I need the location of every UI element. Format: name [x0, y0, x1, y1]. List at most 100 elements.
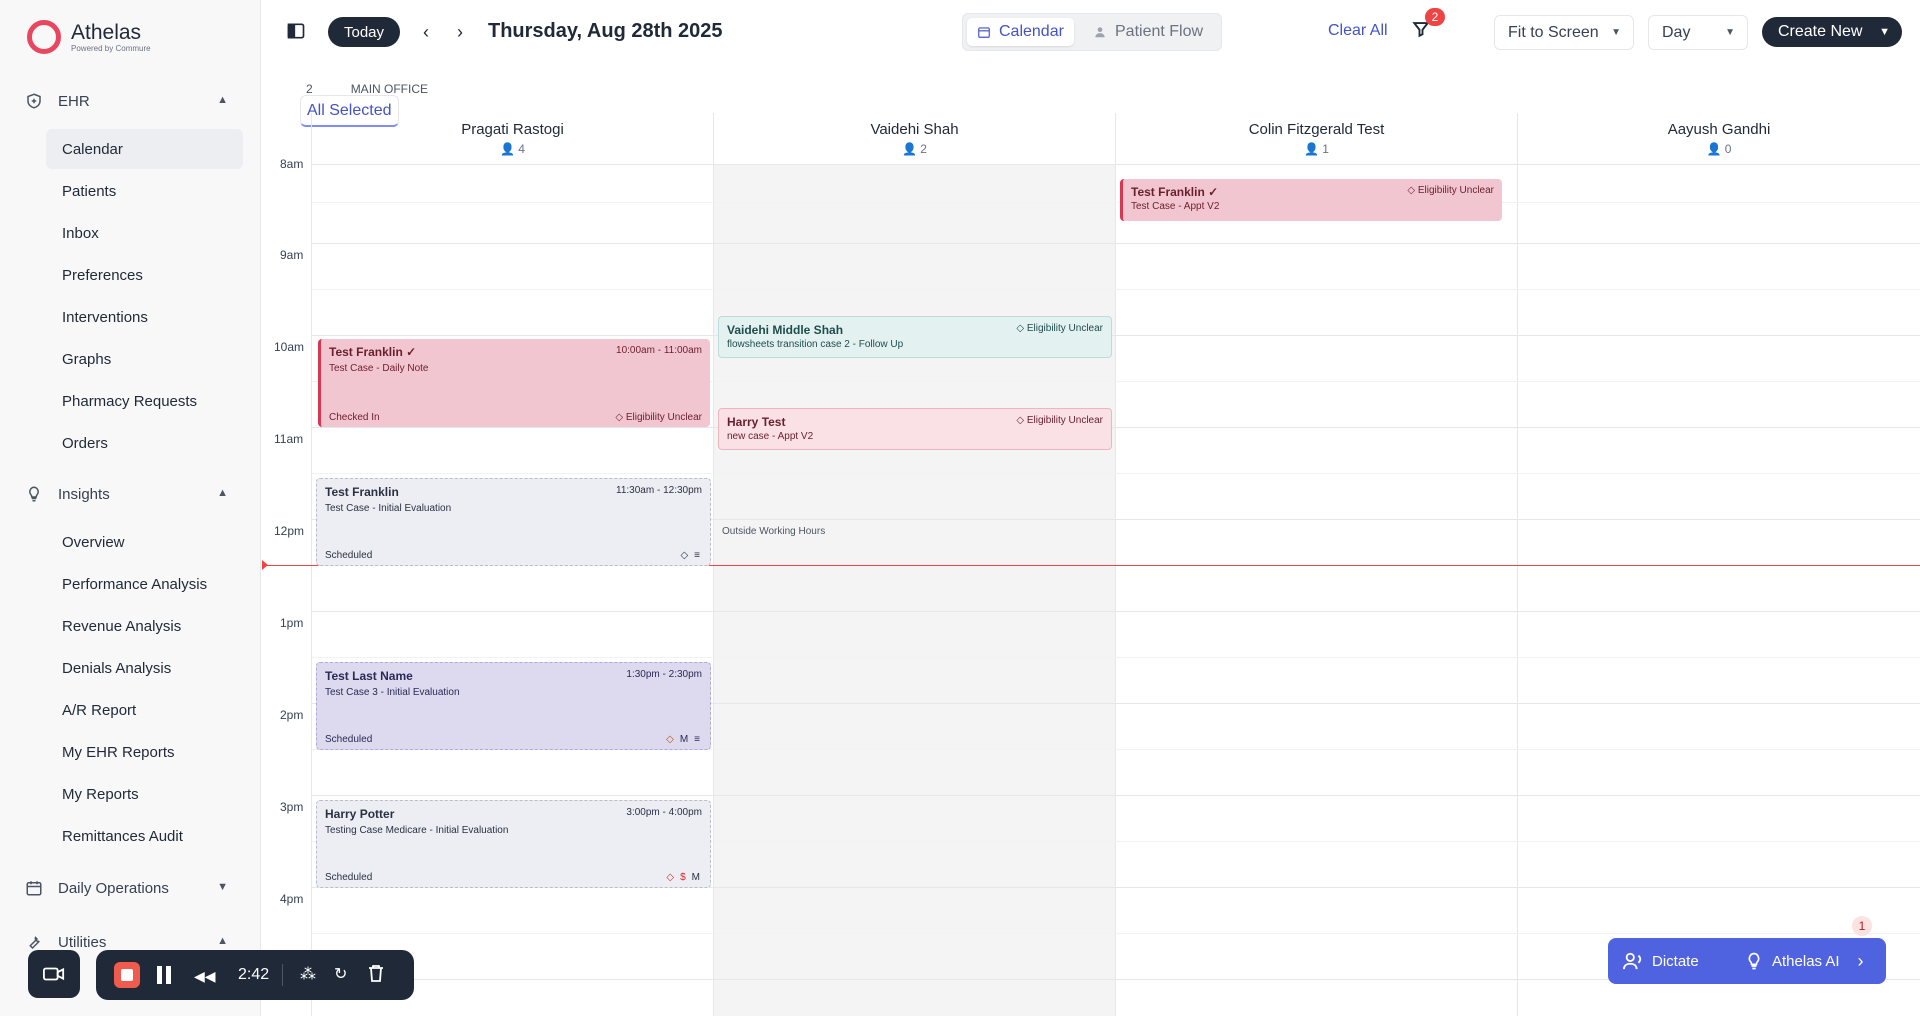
sidebar-item-denials-analysis[interactable]: Denials Analysis	[46, 648, 243, 688]
calendar-grid[interactable]: Outside Working Hours	[312, 165, 1920, 1016]
create-new-button[interactable]: Create New ▼	[1762, 17, 1902, 47]
sidebar-item-orders[interactable]: Orders	[46, 423, 243, 463]
grid-dots-icon[interactable]: ⁂	[300, 964, 316, 984]
sidebar-item-calendar[interactable]: Calendar	[46, 129, 243, 169]
appointment-subtitle: Test Case - Initial Evaluation	[325, 503, 452, 514]
athelas-ai-button[interactable]: Athelas AI	[1744, 951, 1840, 971]
appointment-count: 2	[920, 142, 927, 156]
grid-line	[312, 933, 1920, 934]
grid-line	[312, 335, 1920, 336]
appointment-subtitle: Test Case - Appt V2	[1131, 201, 1220, 212]
grid-column[interactable]	[1116, 165, 1518, 1016]
prev-day-chevron-icon[interactable]: ‹	[414, 18, 438, 46]
appointment-subtitle: Test Case - Daily Note	[329, 363, 429, 374]
sidebar-item-overview[interactable]: Overview	[46, 522, 243, 562]
next-day-chevron-icon[interactable]: ›	[448, 18, 472, 46]
sidebar-item-pharmacy-requests[interactable]: Pharmacy Requests	[46, 381, 243, 421]
sidebar-toggle-icon[interactable]	[285, 20, 307, 42]
grid-line	[312, 243, 1920, 244]
appointment-card[interactable]: Test Franklin Test Case - Initial Evalua…	[316, 478, 711, 566]
grid-column[interactable]	[714, 165, 1116, 1016]
sidebar-item-performance-analysis[interactable]: Performance Analysis	[46, 564, 243, 604]
medicare-badge: M	[691, 872, 700, 883]
appointment-status: Scheduled	[325, 550, 373, 561]
section-label-utilities: Utilities	[58, 933, 107, 951]
grid-line	[312, 611, 1920, 612]
appointment-card[interactable]: Test Last Name Test Case 3 - Initial Eva…	[316, 662, 711, 750]
notes-icon: ≡	[694, 550, 700, 561]
sidebar-item-label: A/R Report	[62, 701, 137, 719]
sidebar-section-ehr[interactable]: EHR ▲	[24, 86, 234, 116]
grid-line	[312, 657, 1920, 658]
appointment-card[interactable]: Harry Potter Testing Case Medicare - Ini…	[316, 800, 711, 888]
time-label: 4pm	[280, 892, 304, 906]
sidebar-item-my-ehr-reports[interactable]: My EHR Reports	[46, 732, 243, 772]
filter-count-badge: 2	[1425, 8, 1445, 26]
patient-flow-view-tab[interactable]: Patient Flow	[1083, 18, 1213, 46]
person-icon: 👤	[500, 142, 515, 156]
column-header-colin-fitzgerald-test: Colin Fitzgerald Test 👤 1	[1116, 113, 1518, 165]
fit-select[interactable]: Fit to Screen ▼	[1494, 15, 1634, 50]
sidebar-item-inbox[interactable]: Inbox	[46, 213, 243, 253]
sidebar-item-revenue-analysis[interactable]: Revenue Analysis	[46, 606, 243, 646]
grid-column[interactable]	[312, 165, 714, 1016]
sidebar-item-preferences[interactable]: Preferences	[46, 255, 243, 295]
appointment-card[interactable]: Test Franklin ✓ Test Case - Daily Note 1…	[318, 339, 710, 427]
time-label: 1pm	[280, 616, 304, 630]
eligibility-label: Eligibility Unclear	[1026, 323, 1103, 334]
appointment-status: Scheduled	[325, 734, 373, 745]
chevron-down-icon: ▼	[217, 881, 228, 893]
microphone-person-icon	[1623, 952, 1642, 970]
clear-all-button[interactable]: Clear All	[1328, 22, 1388, 40]
sidebar-item-label: Patients	[62, 182, 117, 200]
grid-column[interactable]	[1518, 165, 1920, 1016]
camera-toggle-button[interactable]	[28, 950, 80, 998]
sidebar-item-label: Overview	[62, 533, 125, 551]
range-select[interactable]: Day ▼	[1648, 15, 1748, 50]
sidebar-item-label: Denials Analysis	[62, 659, 172, 677]
provider-name: Pragati Rastogi	[461, 121, 564, 138]
today-button[interactable]: Today	[328, 17, 400, 47]
sidebar-item-ar-report[interactable]: A/R Report	[46, 690, 243, 730]
pause-button[interactable]	[156, 965, 172, 985]
calendar-icon	[24, 878, 44, 898]
rewind-icon[interactable]: ◀◀	[194, 968, 216, 985]
appointment-card[interactable]: Test Franklin ✓ Test Case - Appt V2 ◇ El…	[1120, 179, 1502, 221]
sidebar-item-label: Interventions	[62, 308, 148, 326]
outside-working-hours-label: Outside Working Hours	[722, 526, 826, 537]
medicare-badge: M	[679, 734, 689, 745]
grid-line	[312, 427, 1920, 428]
calendar-view-label: Calendar	[999, 23, 1064, 40]
calendar-view-tab[interactable]: Calendar	[967, 18, 1074, 46]
app-logo[interactable]: Athelas Powered by Commure	[27, 20, 151, 54]
sidebar-item-patients[interactable]: Patients	[46, 171, 243, 211]
dictate-button[interactable]: Dictate	[1622, 951, 1740, 971]
sidebar-section-insights[interactable]: Insights ▲	[24, 479, 234, 509]
expand-chevron-icon[interactable]: ›	[1858, 951, 1864, 972]
pause-icon	[157, 966, 171, 984]
sidebar-item-interventions[interactable]: Interventions	[46, 297, 243, 337]
chevron-up-icon: ▲	[217, 487, 228, 499]
restart-icon[interactable]: ↻	[334, 964, 347, 984]
sidebar-item-my-reports[interactable]: My Reports	[46, 774, 243, 814]
section-label-ehr: EHR	[58, 92, 90, 110]
appointment-card[interactable]: Vaidehi Middle Shah flowsheets transitio…	[718, 316, 1112, 358]
sidebar-item-label: Calendar	[62, 140, 123, 158]
sidebar-section-daily-operations[interactable]: Daily Operations ▼	[24, 873, 234, 903]
range-select-value: Day	[1662, 23, 1691, 41]
appointment-card[interactable]: Harry Test new case - Appt V2 ◇ Eligibil…	[718, 408, 1112, 450]
diamond-icon: ◇	[1016, 323, 1025, 334]
appointment-time: 11:30am - 12:30pm	[616, 485, 702, 496]
chevron-up-icon: ▲	[217, 94, 228, 106]
trash-icon[interactable]	[368, 964, 384, 987]
app-tagline: Powered by Commure	[71, 43, 151, 53]
stop-recording-button[interactable]	[114, 962, 140, 988]
sidebar-item-graphs[interactable]: Graphs	[46, 339, 243, 379]
appointment-status: Scheduled	[325, 872, 373, 883]
sidebar-item-label: Inbox	[62, 224, 99, 242]
time-label: 8am	[280, 157, 304, 171]
dollar-badge: $	[680, 872, 686, 883]
appointment-count: 1	[1322, 142, 1329, 156]
sidebar-item-remittances-audit[interactable]: Remittances Audit	[46, 816, 243, 856]
logo-ring-icon	[27, 20, 61, 54]
